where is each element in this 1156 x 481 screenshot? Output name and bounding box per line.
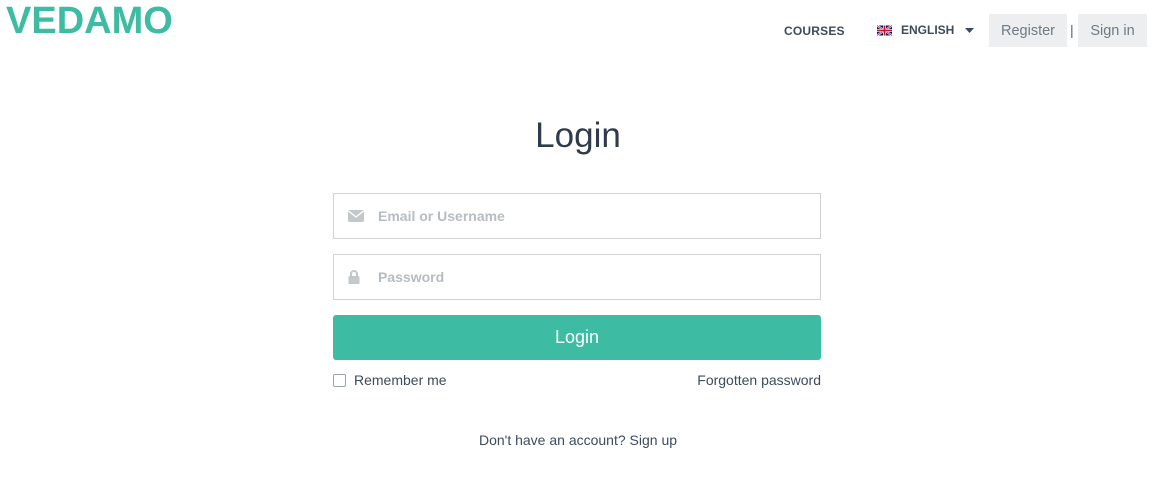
login-button[interactable]: Login <box>333 315 821 360</box>
remember-me[interactable]: Remember me <box>333 372 447 388</box>
page-title: Login <box>535 116 621 155</box>
forgot-password-link[interactable]: Forgotten password <box>697 372 821 388</box>
remember-label: Remember me <box>354 372 447 388</box>
language-label: ENGLISH <box>901 23 955 37</box>
caret-down-icon <box>965 27 975 33</box>
signup-link[interactable]: Sign up <box>630 432 677 448</box>
header-separator: | <box>1070 22 1074 38</box>
nav-courses-link[interactable]: COURSES <box>784 24 845 38</box>
language-selector[interactable]: ENGLISH <box>877 23 975 37</box>
register-button[interactable]: Register <box>989 14 1067 47</box>
signin-button[interactable]: Sign in <box>1078 14 1147 47</box>
no-account-text: Don't have an account? <box>478 432 626 448</box>
remember-checkbox[interactable] <box>333 373 346 387</box>
lock-icon <box>348 255 360 299</box>
envelope-icon <box>348 194 364 238</box>
password-field[interactable] <box>333 254 821 300</box>
password-input[interactable] <box>376 268 800 286</box>
logo-text: VEDAMO <box>6 2 173 36</box>
email-field[interactable] <box>333 193 821 239</box>
vedamo-logo[interactable]: VEDAMO <box>6 0 188 42</box>
signup-prompt: Don't have an account? Sign up <box>0 432 1156 448</box>
email-input[interactable] <box>376 207 800 225</box>
uk-flag-icon <box>877 24 892 36</box>
